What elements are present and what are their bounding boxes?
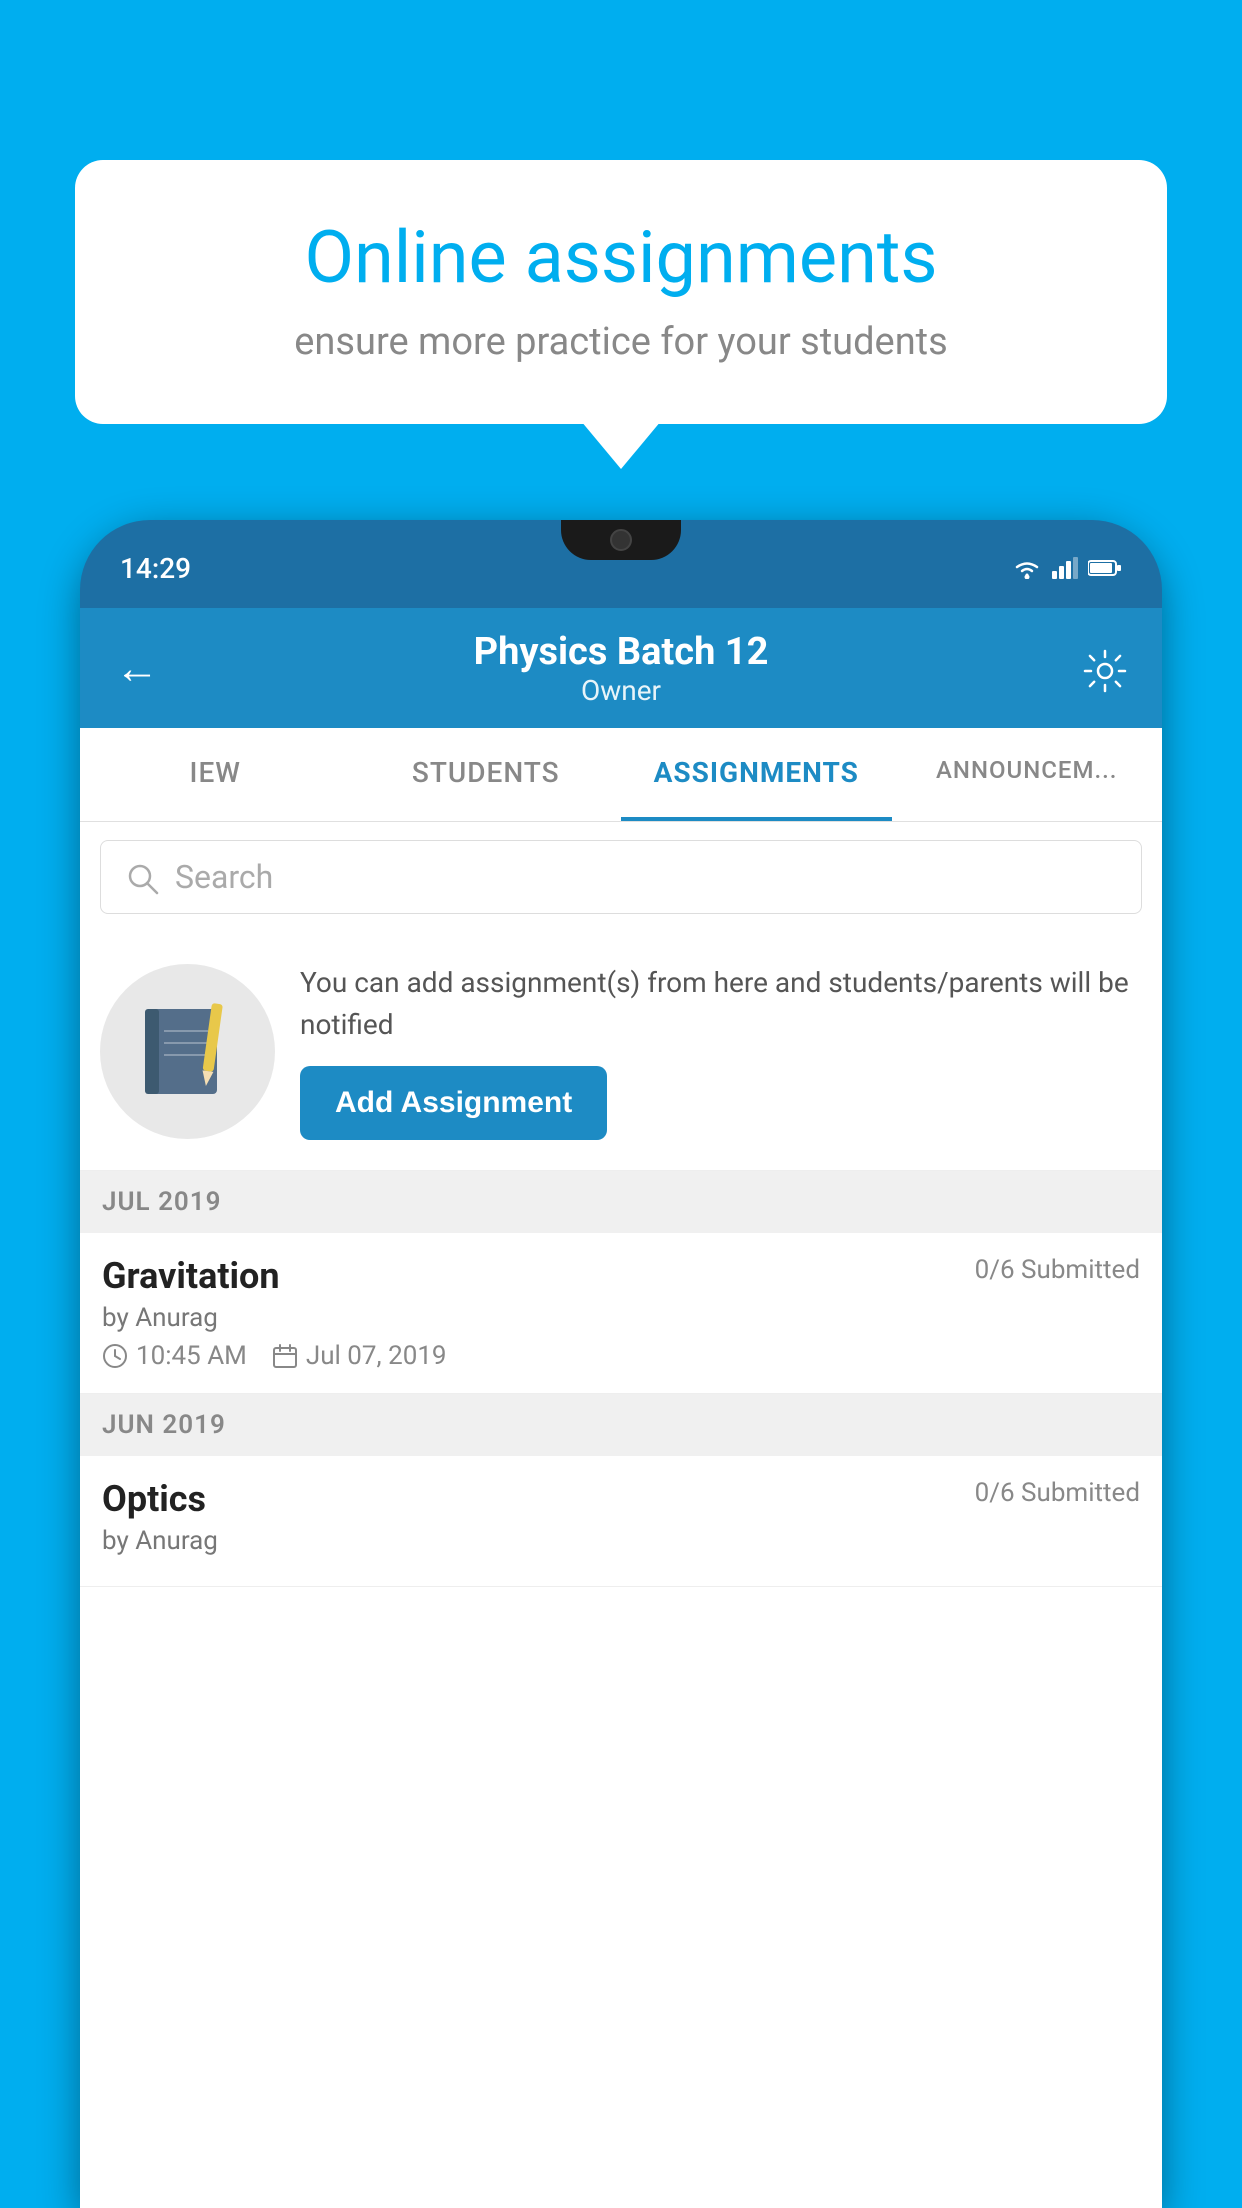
search-icon [126, 857, 160, 897]
clock-icon [102, 1343, 128, 1369]
phone-frame: 14:29 [80, 520, 1162, 2208]
app-header: ← Physics Batch 12 Owner [80, 608, 1162, 728]
section-header-jun: JUN 2019 [80, 1394, 1162, 1456]
assignment-submitted-gravitation: 0/6 Submitted [975, 1255, 1140, 1285]
assignment-time-gravitation: 10:45 AM [102, 1341, 247, 1371]
speech-bubble-subtitle: ensure more practice for your students [140, 320, 1102, 364]
assignment-item-gravitation[interactable]: Gravitation 0/6 Submitted by Anurag 10:4… [80, 1233, 1162, 1394]
assignment-item-top-optics: Optics 0/6 Submitted [102, 1478, 1140, 1520]
battery-icon [1088, 559, 1122, 577]
section-month-jul: JUL 2019 [102, 1187, 222, 1217]
header-title-area: Physics Batch 12 Owner [474, 630, 769, 707]
status-icons [1012, 549, 1122, 579]
assignment-desc-text: You can add assignment(s) from here and … [300, 962, 1142, 1046]
add-assignment-button[interactable]: Add Assignment [300, 1066, 607, 1140]
section-header-jul: JUL 2019 [80, 1171, 1162, 1233]
notebook-icon-circle [100, 964, 275, 1139]
tab-announcements[interactable]: ANNOUNCEM... [892, 728, 1163, 821]
signal-icon [1052, 557, 1078, 579]
assignment-date-text-gravitation: Jul 07, 2019 [306, 1341, 447, 1371]
tabs-bar: IEW STUDENTS ASSIGNMENTS ANNOUNCEM... [80, 728, 1162, 822]
tab-students[interactable]: STUDENTS [351, 728, 622, 821]
phone-camera [610, 529, 632, 551]
assignment-description: You can add assignment(s) from here and … [300, 962, 1142, 1140]
tab-assignments[interactable]: ASSIGNMENTS [621, 728, 892, 821]
assignment-item-top: Gravitation 0/6 Submitted [102, 1255, 1140, 1297]
assignment-meta-gravitation: 10:45 AM Jul 07, 2019 [102, 1341, 1140, 1371]
status-bar: 14:29 [80, 520, 1162, 608]
header-subtitle: Owner [474, 674, 769, 707]
search-container: Search [80, 822, 1162, 932]
assignment-name-gravitation: Gravitation [102, 1255, 280, 1297]
search-placeholder: Search [175, 858, 273, 896]
speech-bubble: Online assignments ensure more practice … [75, 160, 1167, 424]
header-title: Physics Batch 12 [474, 630, 769, 674]
assignment-by-optics: by Anurag [102, 1526, 1140, 1556]
assignment-name-optics: Optics [102, 1478, 206, 1520]
wifi-icon [1012, 557, 1042, 579]
calendar-icon [272, 1343, 298, 1369]
settings-icon[interactable] [1083, 642, 1127, 694]
phone-screen: IEW STUDENTS ASSIGNMENTS ANNOUNCEM... Se… [80, 728, 1162, 2208]
speech-bubble-title: Online assignments [140, 215, 1102, 300]
assignment-item-optics[interactable]: Optics 0/6 Submitted by Anurag [80, 1456, 1162, 1587]
search-bar[interactable]: Search [100, 840, 1142, 914]
assignment-time-text-gravitation: 10:45 AM [136, 1341, 247, 1371]
notebook-icon [140, 1001, 235, 1101]
section-month-jun: JUN 2019 [102, 1410, 226, 1440]
tab-iew[interactable]: IEW [80, 728, 351, 821]
back-button[interactable]: ← [115, 642, 159, 694]
status-time: 14:29 [120, 544, 191, 585]
phone-notch [561, 520, 681, 560]
assignment-submitted-optics: 0/6 Submitted [975, 1478, 1140, 1508]
assignment-date-gravitation: Jul 07, 2019 [272, 1341, 447, 1371]
assignment-by-gravitation: by Anurag [102, 1303, 1140, 1333]
speech-bubble-container: Online assignments ensure more practice … [75, 160, 1167, 424]
add-assignment-section: You can add assignment(s) from here and … [80, 932, 1162, 1171]
